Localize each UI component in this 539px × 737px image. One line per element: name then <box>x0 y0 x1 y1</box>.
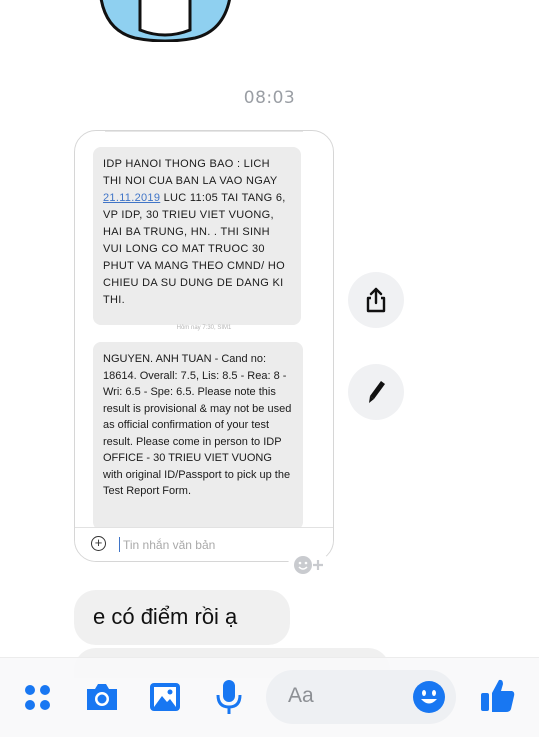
sms-message: IDP HANOI THONG BAO : LICH THI NOI CUA B… <box>93 147 301 325</box>
sms-screenshot-image[interactable]: IDP HANOI THONG BAO : LICH THI NOI CUA B… <box>74 130 334 562</box>
apps-icon[interactable] <box>23 683 53 713</box>
message-text: e có điểm rồi ạ <box>93 604 238 629</box>
share-icon <box>366 287 386 313</box>
message-bubble[interactable]: e có điểm rồi ạ <box>74 590 290 645</box>
sms-timestamp: Hôm nay 7:30, SIM1 <box>176 325 232 331</box>
plus-icon: + <box>91 536 106 551</box>
message-input-placeholder: Aa <box>288 684 314 707</box>
thumbs-up-icon[interactable] <box>478 676 518 716</box>
sms-compose-placeholder: Tin nhắn văn bản <box>123 538 216 552</box>
divider <box>105 131 303 132</box>
sms-text: LUC 11:05 TAI TANG 6, VP IDP, 30 TRIEU V… <box>103 192 286 306</box>
camera-icon[interactable] <box>84 680 120 714</box>
pen-icon <box>369 381 385 403</box>
sms-text: IDP HANOI THONG BAO : LICH THI NOI CUA B… <box>103 158 278 187</box>
text-caret <box>119 537 120 552</box>
message-input[interactable]: Aa <box>266 670 456 724</box>
gallery-icon[interactable] <box>148 681 182 713</box>
add-reaction-button[interactable] <box>288 553 330 577</box>
emoji-icon[interactable] <box>412 680 446 714</box>
sticker-image <box>99 0 231 42</box>
add-reaction-icon <box>294 556 323 574</box>
share-button[interactable] <box>348 272 404 328</box>
microphone-icon[interactable] <box>214 678 244 716</box>
sms-message: NGUYEN. ANH TUAN - Cand no: 18614. Overa… <box>93 342 303 530</box>
time-divider: 08:03 <box>243 88 296 108</box>
sms-date-link[interactable]: 21.11.2019 <box>103 192 160 204</box>
edit-button[interactable] <box>348 364 404 420</box>
